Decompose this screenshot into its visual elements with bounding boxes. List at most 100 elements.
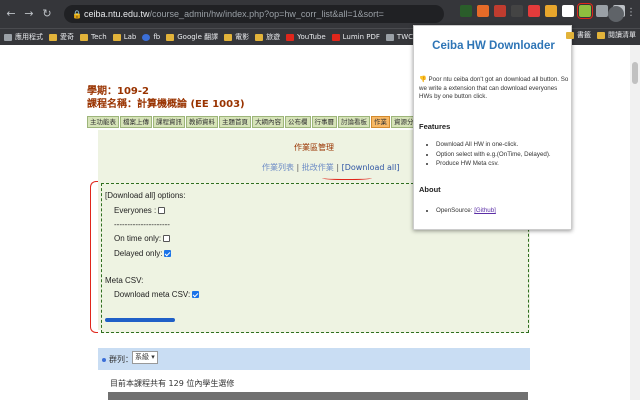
folder-icon [566, 31, 574, 39]
folder-icon [112, 33, 121, 41]
tab-6[interactable]: 公布欄 [285, 116, 311, 128]
bookmark-label: 閱讀清單 [608, 31, 636, 39]
popup-description: 👎 Poor ntu ceiba don't got an download a… [419, 76, 569, 100]
folder-icon [597, 31, 605, 39]
table-header [108, 392, 528, 400]
extension-icon[interactable] [477, 5, 489, 17]
bookmark-label: Lumin PDF [342, 33, 380, 41]
thumbs-down-icon: 👎 [419, 76, 427, 83]
google-translate-icon [166, 33, 175, 41]
about-heading: About [419, 185, 441, 194]
bookmark-item[interactable]: fb [142, 33, 160, 41]
address-bar[interactable]: 🔒 ceiba.ntu.edu.tw/course_admin/hw/index… [64, 5, 444, 23]
apps-icon [4, 33, 12, 41]
about-item: OpenSource: [Github] [436, 206, 496, 216]
lock-icon: 🔒 [72, 10, 82, 19]
extension-icon[interactable] [562, 5, 574, 17]
options-header: [Download all] options: [105, 191, 186, 200]
github-link[interactable]: [Github] [474, 207, 496, 214]
extension-icon[interactable] [545, 5, 557, 17]
hw-list-link[interactable]: 作業列表 [262, 163, 294, 172]
forward-icon[interactable]: → [22, 7, 36, 21]
bookmark-label: 書籤 [577, 31, 591, 39]
tab-4[interactable]: 主題首頁 [219, 116, 251, 128]
delayed-checkbox[interactable] [164, 250, 172, 258]
annotation-bracket [90, 181, 98, 333]
bookmark-label: 旅遊 [266, 33, 281, 41]
download-all-link[interactable]: [Download all] [342, 163, 400, 172]
lumin-icon [331, 33, 340, 41]
everyones-label: Everyones : [114, 206, 157, 215]
batch-grade-link[interactable]: 批改作業 [302, 163, 334, 172]
url-text: ceiba.ntu.edu.tw/course_admin/hw/index.p… [84, 9, 384, 19]
everyones-option: Everyones : [114, 206, 166, 215]
meta-csv-option: Download meta CSV: [114, 290, 200, 299]
bookmark-item[interactable]: Lumin PDF [331, 33, 380, 41]
bookmark-label: TWC [396, 33, 414, 41]
bookmark-item[interactable]: YouTube [286, 33, 326, 41]
folder-icon [224, 33, 233, 41]
folder-icon [255, 33, 264, 41]
tab-3[interactable]: 教師資料 [186, 116, 218, 128]
bookmark-item[interactable]: Google 翻譯 [166, 32, 218, 42]
reload-icon[interactable]: ↻ [40, 7, 54, 21]
tab-9[interactable]: 作業 [371, 116, 390, 128]
extension-icon[interactable] [511, 5, 523, 17]
bookmark-item[interactable]: 書籤 [566, 30, 591, 40]
twc-icon [385, 33, 394, 41]
extension-icon[interactable] [528, 5, 540, 17]
ontime-option: On time only: [114, 234, 171, 243]
bookmark-item[interactable]: Tech [80, 33, 107, 41]
bookmark-item[interactable]: TWC [385, 33, 414, 41]
folder-icon [80, 33, 88, 41]
bookmark-item[interactable]: 電影 [224, 32, 249, 42]
bookmark-item[interactable]: 愛奇 [49, 32, 74, 42]
delayed-label: Delayed only: [114, 249, 163, 258]
bookmark-item[interactable]: 旅遊 [255, 32, 280, 42]
extension-icon[interactable] [460, 5, 472, 17]
bookmarks-right: 書籤 閱讀清單 [566, 30, 636, 40]
group-select[interactable]: 系級 ▾ [132, 351, 158, 364]
bookmark-item[interactable]: 應用程式 [4, 32, 43, 42]
menu-icon[interactable]: ⋮ [626, 7, 636, 18]
options-divider: --------------------- [114, 220, 170, 229]
extension-popup: Ceiba HW Downloader 👎 Poor ntu ceiba don… [413, 25, 572, 230]
bookmark-label: Lab [123, 33, 137, 41]
about-list: OpenSource: [Github] [428, 206, 496, 216]
folder-icon [49, 33, 57, 41]
bookmark-item[interactable]: Lab [112, 33, 137, 41]
scrollbar-thumb[interactable] [632, 62, 638, 84]
tab-0[interactable]: 主功能表 [87, 116, 119, 128]
tab-1[interactable]: 檔案上傳 [120, 116, 152, 128]
tab-5[interactable]: 大綱內容 [252, 116, 284, 128]
feature-item: Download All HW in one-click. [436, 140, 551, 150]
ontime-label: On time only: [114, 234, 162, 243]
feature-item: Produce HW Meta csv. [436, 159, 551, 169]
browser-toolbar: ← → ↻ 🔒 ceiba.ntu.edu.tw/course_admin/hw… [0, 0, 640, 28]
everyones-checkbox[interactable] [158, 207, 166, 215]
back-icon[interactable]: ← [4, 7, 18, 21]
student-count: 目前本課程共有 129 位內學生選修 [110, 379, 235, 388]
semester-label: 學期：109-2 [87, 86, 149, 97]
puzzle-icon[interactable] [596, 5, 608, 17]
meta-csv-checkbox[interactable] [192, 291, 200, 299]
popup-title: Ceiba HW Downloader [432, 40, 555, 52]
tab-7[interactable]: 行事曆 [311, 116, 337, 128]
bookmark-label: 應用程式 [15, 33, 43, 41]
course-header: 學期：109-2 課程名稱：計算機概論 (EE 1003) [87, 85, 245, 111]
annotation-underline [322, 175, 372, 180]
scrollbar[interactable] [630, 45, 640, 400]
feature-item: Option select with e.g.(OnTime, Delayed)… [436, 150, 551, 160]
facebook-icon [142, 33, 151, 41]
ceiba-hw-downloader-extension-icon[interactable] [577, 3, 593, 19]
course-tabs: 主功能表 檔案上傳 課程資訊 教師資料 主題首頁 大綱內容 公布欄 行事曆 討論看板 作業 資源分享… [87, 116, 463, 128]
filter-label-wrap: 群列： [102, 354, 133, 365]
tab-2[interactable]: 課程資訊 [153, 116, 185, 128]
ontime-checkbox[interactable] [163, 235, 171, 243]
delayed-option: Delayed only: [114, 249, 172, 258]
tab-8[interactable]: 討論看板 [338, 116, 370, 128]
bookmark-item[interactable]: 閱讀清單 [597, 30, 636, 40]
features-list: Download All HW in one-click.Option sele… [428, 140, 551, 169]
extension-icon[interactable] [494, 5, 506, 17]
avatar[interactable] [608, 6, 624, 22]
